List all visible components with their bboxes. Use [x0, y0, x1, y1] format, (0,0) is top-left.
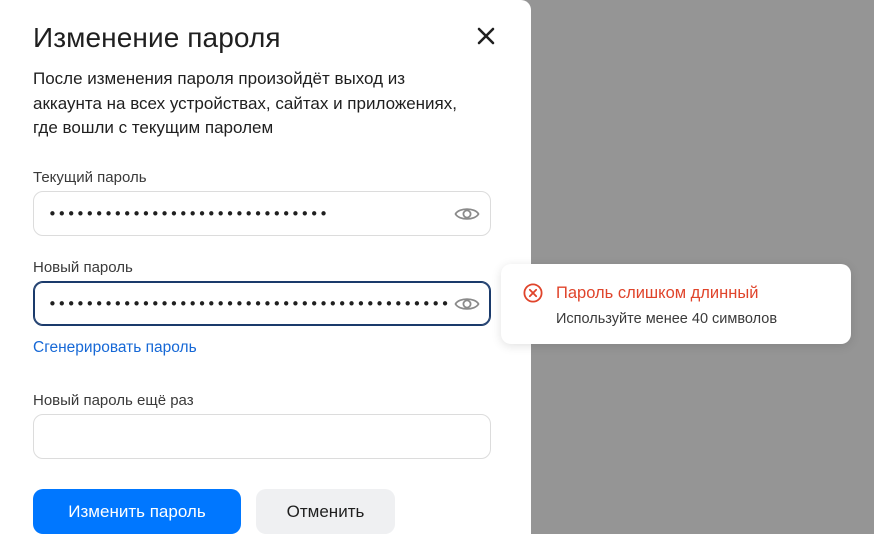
close-icon — [477, 27, 495, 45]
cancel-button[interactable]: Отменить — [256, 489, 395, 534]
current-password-label: Текущий пароль — [33, 169, 147, 186]
dialog-title: Изменение пароля — [33, 22, 281, 53]
generate-password-link[interactable]: Сгенерировать пароль — [33, 339, 197, 357]
close-button[interactable] — [472, 22, 500, 50]
change-password-button[interactable]: Изменить пароль — [33, 489, 241, 534]
new-password-label: Новый пароль — [33, 259, 133, 276]
current-password-input[interactable] — [48, 192, 448, 235]
show-new-password-button[interactable] — [453, 291, 481, 317]
eye-icon — [454, 208, 480, 220]
error-hint: Используйте менее 40 символов — [556, 311, 778, 327]
repeat-password-label: Новый пароль ещё раз — [33, 392, 194, 409]
error-title: Пароль слишком длинный — [556, 284, 759, 302]
password-error-tooltip: Пароль слишком длинный Используйте менее… — [501, 264, 851, 344]
new-password-field[interactable] — [33, 281, 491, 326]
repeat-password-field[interactable] — [33, 414, 491, 459]
dialog-description: После изменения пароля произойдёт выход … — [33, 69, 457, 137]
show-current-password-button[interactable] — [453, 201, 481, 227]
change-password-dialog: Изменение пароля После изменения пароля … — [0, 0, 531, 534]
repeat-password-input[interactable] — [48, 415, 448, 458]
error-circle-icon — [523, 283, 543, 303]
new-password-input[interactable] — [48, 282, 448, 325]
current-password-field[interactable] — [33, 191, 491, 236]
eye-icon — [454, 298, 480, 310]
